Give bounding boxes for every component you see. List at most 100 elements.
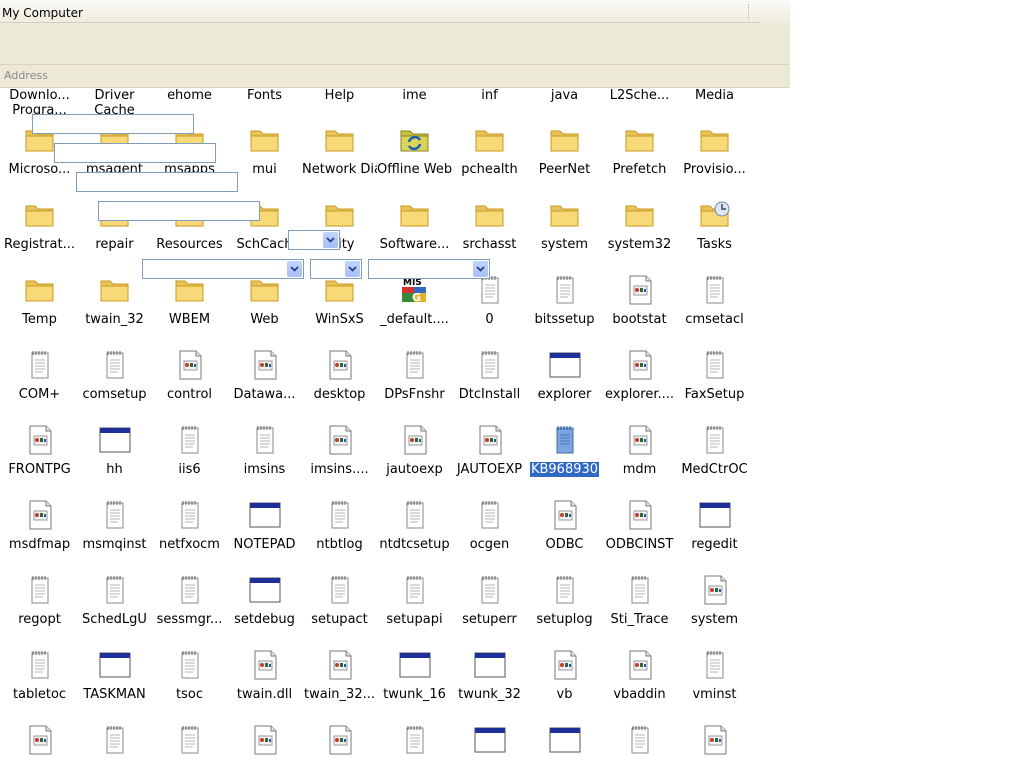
file-item-twain-dll[interactable]: twain.dll [227, 643, 302, 718]
file-item-taskman[interactable]: TASKMAN [77, 643, 152, 718]
file-item-srchasst[interactable]: srchasst [452, 193, 527, 268]
file-item-notepad[interactable]: NOTEPAD [227, 493, 302, 568]
file-item-blank[interactable] [452, 718, 527, 768]
file-item-offline-web[interactable]: Offline Web... [377, 118, 452, 193]
file-item-setupapi[interactable]: setupapi [377, 568, 452, 643]
file-item-blank[interactable] [677, 718, 752, 768]
file-item-mui[interactable]: mui [227, 118, 302, 193]
file-item-setuperr[interactable]: setuperr [452, 568, 527, 643]
file-item-regopt[interactable]: regopt [2, 568, 77, 643]
file-item-regedit[interactable]: regedit [677, 493, 752, 568]
overlay-dropdown[interactable] [288, 230, 340, 250]
file-item-blank[interactable] [2, 718, 77, 768]
file-item-comsetup[interactable]: comsetup [77, 343, 152, 418]
file-item-msdfmap[interactable]: msdfmap [2, 493, 77, 568]
address-bar[interactable]: Address [0, 64, 790, 88]
file-item-twunk-32[interactable]: twunk_32 [452, 643, 527, 718]
file-item-com[interactable]: COM+ [2, 343, 77, 418]
file-item-vminst[interactable]: vminst [677, 643, 752, 718]
file-item-twain-32[interactable]: twain_32... [302, 643, 377, 718]
file-item-setdebug[interactable]: setdebug [227, 568, 302, 643]
file-item-dtcinstall[interactable]: DtcInstall [452, 343, 527, 418]
file-item-jautoexp[interactable]: jautoexp [377, 418, 452, 493]
overlay-dropdown[interactable] [142, 259, 304, 279]
file-item-setuplog[interactable]: setuplog [527, 568, 602, 643]
file-item-netfxocm[interactable]: netfxocm [152, 493, 227, 568]
file-item-default[interactable]: MIS G _default.... [377, 268, 452, 343]
file-item-hh[interactable]: hh [77, 418, 152, 493]
file-item-iis6[interactable]: iis6 [152, 418, 227, 493]
file-item-schedlgu[interactable]: SchedLgU [77, 568, 152, 643]
file-item-mdm[interactable]: mdm [602, 418, 677, 493]
file-item-blank[interactable] [302, 718, 377, 768]
file-item-blank[interactable] [152, 718, 227, 768]
file-item-tabletoc[interactable]: tabletoc [2, 643, 77, 718]
file-item-odbc[interactable]: ODBC [527, 493, 602, 568]
file-item-faxsetup[interactable]: FaxSetup [677, 343, 752, 418]
file-item-frontpg[interactable]: FRONTPG [2, 418, 77, 493]
svg-text:G: G [412, 291, 421, 304]
file-item-network-diagnostic[interactable]: Network Diagnostic [302, 118, 377, 193]
chevron-down-icon[interactable] [287, 261, 302, 277]
file-item-provisio[interactable]: Provisio... [677, 118, 752, 193]
file-item-pchealth[interactable]: pchealth [452, 118, 527, 193]
file-item-explorer[interactable]: explorer.... [602, 343, 677, 418]
file-item-prefetch[interactable]: Prefetch [602, 118, 677, 193]
file-item-peernet[interactable]: PeerNet [527, 118, 602, 193]
file-item-dpsfnshr[interactable]: DPsFnshr [377, 343, 452, 418]
file-item-odbcinst[interactable]: ODBCINST [602, 493, 677, 568]
file-item-msmqinst[interactable]: msmqinst [77, 493, 152, 568]
file-item-explorer[interactable]: explorer [527, 343, 602, 418]
file-item-bootstat[interactable]: bootstat [602, 268, 677, 343]
file-item-control[interactable]: control [152, 343, 227, 418]
file-item-blank[interactable] [227, 718, 302, 768]
file-item-imsins[interactable]: imsins [227, 418, 302, 493]
file-item-system32[interactable]: system32 [602, 193, 677, 268]
file-item-system[interactable]: system [677, 568, 752, 643]
chevron-down-icon[interactable] [345, 261, 360, 277]
overlay-dropdown[interactable] [368, 259, 490, 279]
file-item-sti-trace[interactable]: Sti_Trace [602, 568, 677, 643]
overlay-text-field[interactable] [32, 114, 194, 134]
overlay-dropdown[interactable] [310, 259, 362, 279]
overlay-text-field[interactable] [98, 201, 260, 221]
file-item-jautoexp[interactable]: JAUTOEXP [452, 418, 527, 493]
file-item-desktop[interactable]: desktop [302, 343, 377, 418]
file-item-vbaddin[interactable]: vbaddin [602, 643, 677, 718]
overlay-text-field[interactable] [54, 143, 216, 163]
file-item-ntdtcsetup[interactable]: ntdtcsetup [377, 493, 452, 568]
file-item-software[interactable]: Software... [377, 193, 452, 268]
file-item-blank[interactable] [377, 718, 452, 768]
file-item-wbem[interactable]: WBEM [152, 268, 227, 343]
chevron-down-icon[interactable] [473, 261, 488, 277]
file-item-winsxs[interactable]: WinSxS [302, 268, 377, 343]
file-item-label: Network Diagnostic [302, 162, 377, 177]
file-item-cmsetacl[interactable]: cmsetacl [677, 268, 752, 343]
file-item-temp[interactable]: Temp [2, 268, 77, 343]
file-item-registrat[interactable]: Registrat... [2, 193, 77, 268]
file-item-bitssetup[interactable]: bitssetup [527, 268, 602, 343]
file-item-label: KB968930 [528, 462, 601, 478]
file-item-ntbtlog[interactable]: ntbtlog [302, 493, 377, 568]
file-item-system[interactable]: system [527, 193, 602, 268]
file-item-blank[interactable] [77, 718, 152, 768]
file-item-ocgen[interactable]: ocgen [452, 493, 527, 568]
chevron-down-icon[interactable] [323, 232, 338, 248]
file-item-tsoc[interactable]: tsoc [152, 643, 227, 718]
file-item-imsins[interactable]: imsins.... [302, 418, 377, 493]
file-item-sessmgr[interactable]: sessmgr... [152, 568, 227, 643]
file-item-blank[interactable] [602, 718, 677, 768]
file-item-kb968930[interactable]: KB968930 [527, 418, 602, 493]
file-item-medctroc[interactable]: MedCtrOC [677, 418, 752, 493]
overlay-text-field[interactable] [76, 172, 238, 192]
file-item-setupact[interactable]: setupact [302, 568, 377, 643]
file-item-blank[interactable] [527, 718, 602, 768]
toolbar-grip[interactable] [748, 4, 759, 20]
file-item-0[interactable]: 0 [452, 268, 527, 343]
file-item-twain-32[interactable]: twain_32 [77, 268, 152, 343]
file-item-web[interactable]: Web [227, 268, 302, 343]
file-item-twunk-16[interactable]: twunk_16 [377, 643, 452, 718]
file-item-vb[interactable]: vb [527, 643, 602, 718]
file-item-datawa[interactable]: Datawa... [227, 343, 302, 418]
file-item-tasks[interactable]: Tasks [677, 193, 752, 268]
